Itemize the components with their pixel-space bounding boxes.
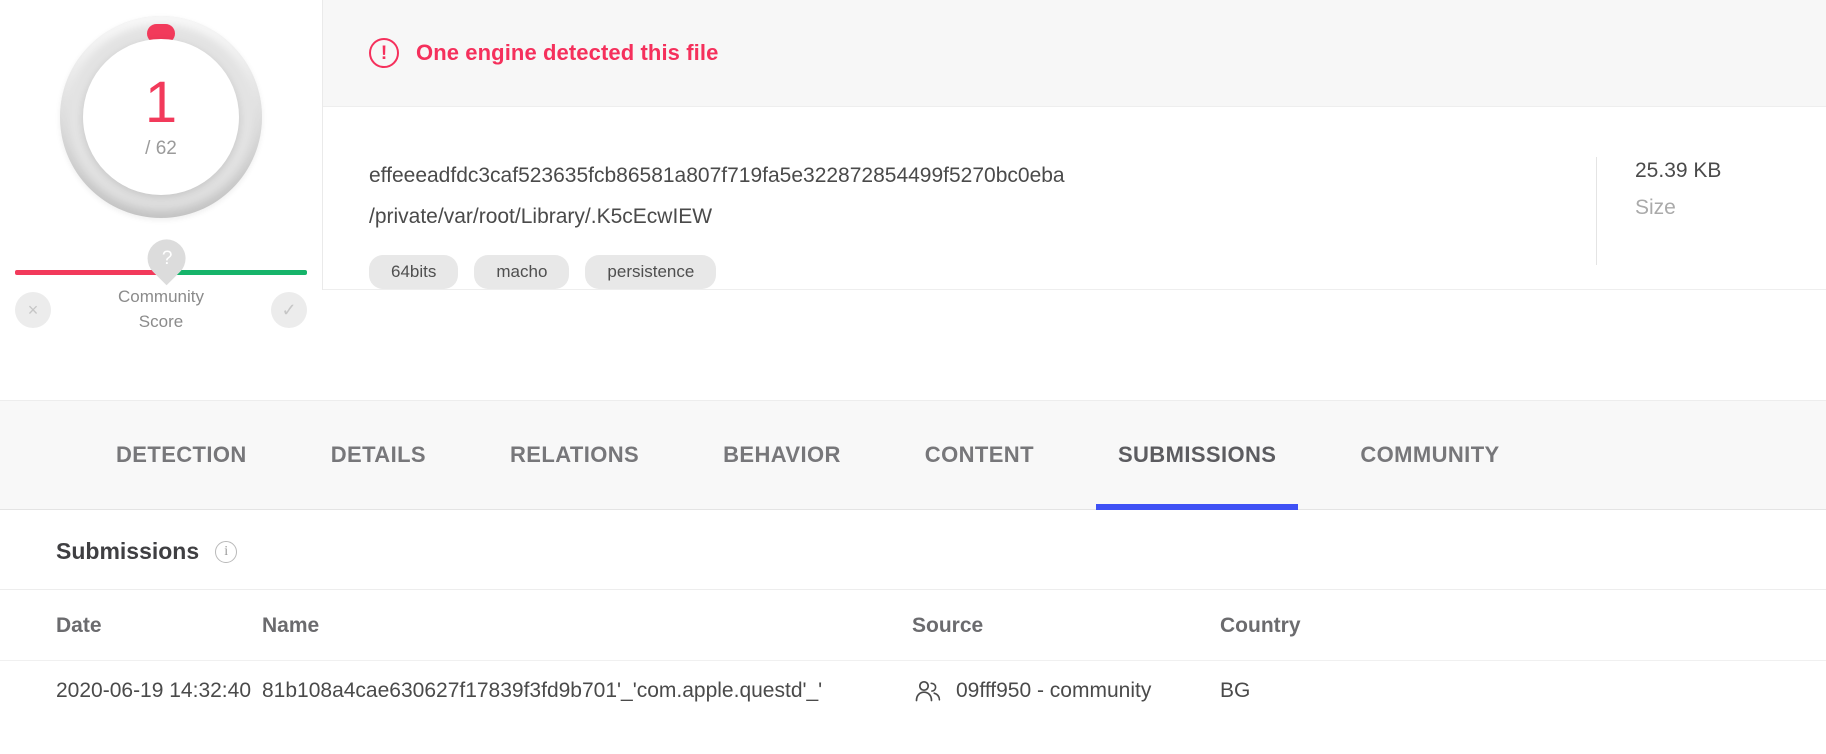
virustotal-file-report: 1 / 62 ? × Community (0, 0, 1826, 754)
detection-score-panel: 1 / 62 ? × Community (0, 0, 322, 334)
exclamation-glyph: ! (381, 44, 387, 63)
tab-detection[interactable]: DETECTION (74, 400, 289, 510)
info-icon[interactable]: i (215, 541, 237, 563)
file-info-panel: ! One engine detected this file effeeead… (322, 0, 1826, 290)
file-size-block: 25.39 KB Size (1596, 157, 1826, 265)
engine-total: / 62 (145, 138, 177, 160)
people-group-icon (912, 679, 942, 703)
community-score-positive (161, 270, 307, 275)
cell-source: 09fff950 - community (912, 661, 1220, 724)
column-header-country: Country (1220, 590, 1826, 661)
file-size-value: 25.39 KB (1635, 157, 1826, 184)
file-size-label: Size (1635, 194, 1826, 221)
table-row: 2020-06-19 14:32:40 81b108a4cae630627f17… (0, 661, 1826, 724)
community-score-pin: ? (140, 232, 194, 286)
community-score-pin-glyph: ? (161, 249, 172, 268)
verdict-text: One engine detected this file (416, 40, 718, 66)
exclamation-circle-icon: ! (369, 38, 399, 68)
submissions-title: Submissions (56, 538, 199, 565)
verdict-banner: ! One engine detected this file (323, 0, 1826, 107)
file-identity-main: effeeeadfdc3caf523635fcb86581a807f719fa5… (323, 157, 1566, 289)
gauge-center: 1 / 62 (83, 39, 239, 195)
community-score: ? × Community Score ✓ (15, 270, 307, 334)
check-icon: ✓ (281, 301, 296, 319)
tab-behavior[interactable]: BEHAVIOR (681, 400, 883, 510)
column-header-date: Date (0, 590, 262, 661)
file-path: /private/var/root/Library/.K5cEcwIEW (369, 198, 1566, 237)
file-tag[interactable]: macho (474, 255, 569, 289)
detection-gauge[interactable]: 1 / 62 (60, 16, 262, 218)
column-header-source: Source (912, 590, 1220, 661)
close-icon: × (28, 301, 39, 319)
community-score-label: Community Score (51, 285, 271, 334)
tab-relations[interactable]: RELATIONS (468, 400, 681, 510)
file-tag[interactable]: 64bits (369, 255, 458, 289)
tab-details[interactable]: DETAILS (289, 400, 468, 510)
tab-submissions[interactable]: SUBMISSIONS (1076, 400, 1318, 510)
file-identity-block: effeeeadfdc3caf523635fcb86581a807f719fa5… (323, 107, 1826, 290)
community-score-controls: × Community Score ✓ (15, 285, 307, 334)
cell-name: 81b108a4cae630627f17839f3fd9b701'_'com.a… (262, 661, 912, 724)
cell-date: 2020-06-19 14:32:40 (0, 661, 262, 724)
community-score-label-line2: Score (51, 310, 271, 335)
detection-count: 1 (145, 74, 177, 132)
file-tag[interactable]: persistence (585, 255, 716, 289)
file-hash[interactable]: effeeeadfdc3caf523635fcb86581a807f719fa5… (369, 157, 1566, 196)
cell-country: BG (1220, 661, 1826, 724)
vote-malicious-button[interactable]: × (15, 292, 51, 328)
tab-content[interactable]: CONTENT (883, 400, 1076, 510)
vote-harmless-button[interactable]: ✓ (271, 292, 307, 328)
column-header-name: Name (262, 590, 912, 661)
submissions-header: Submissions i (0, 510, 1826, 590)
file-summary-section: 1 / 62 ? × Community (0, 0, 1826, 400)
file-tags: 64bits macho persistence (369, 255, 1566, 289)
tab-community[interactable]: COMMUNITY (1318, 400, 1541, 510)
report-tabs: DETECTION DETAILS RELATIONS BEHAVIOR CON… (0, 400, 1826, 510)
submissions-table: Date Name Source Country 2020-06-19 14:3… (0, 590, 1826, 723)
community-score-negative (15, 270, 161, 275)
table-header-row: Date Name Source Country (0, 590, 1826, 661)
source-label: 09fff950 - community (956, 679, 1151, 703)
community-score-label-line1: Community (51, 285, 271, 310)
